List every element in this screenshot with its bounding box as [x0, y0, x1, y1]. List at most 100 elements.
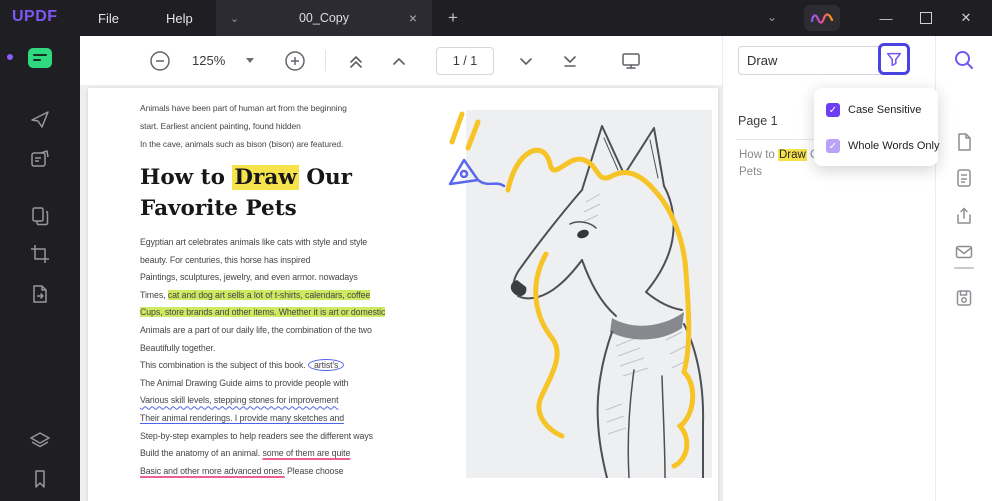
text-line: Build the anatomy of an animal. some of …	[140, 445, 385, 463]
zoom-level-dropdown[interactable]: 125%	[192, 36, 225, 85]
organize-pages-button[interactable]	[27, 203, 53, 229]
active-tool-indicator	[7, 54, 13, 60]
crop-pages-button[interactable]	[27, 241, 53, 267]
window-close-button[interactable]: ✕	[948, 0, 984, 36]
text-line: This combination is the subject of this …	[140, 357, 385, 375]
search-tool-button[interactable]	[944, 48, 984, 72]
save-icon	[954, 288, 974, 308]
paragraph-body: Egyptian art celebrates animals like cat…	[140, 234, 385, 480]
layers-icon	[29, 430, 51, 452]
share-icon	[954, 206, 974, 226]
chevron-down-bar-icon	[560, 51, 580, 71]
option-whole-words-only[interactable]: Whole Words Only	[814, 132, 938, 160]
text-line: Egyptian art celebrates animals like cat…	[140, 234, 385, 252]
ai-assistant-button[interactable]	[804, 5, 840, 31]
result-page-label: Page 1	[738, 114, 778, 128]
checkbox-checked-icon[interactable]	[826, 103, 840, 117]
zoom-in-button[interactable]	[282, 48, 308, 74]
text-line: Paintings, sculptures, jewelry, and even…	[140, 269, 385, 287]
text-line: How to Draw Our	[140, 162, 352, 193]
last-page-button[interactable]	[557, 48, 583, 74]
pages-icon	[29, 205, 51, 227]
updf-logo: UPDF	[12, 8, 58, 26]
text-line: Their animal renderings. I provide many …	[140, 410, 385, 428]
document-heading: How to Draw OurFavorite Pets	[140, 162, 352, 224]
search-icon	[953, 49, 975, 71]
funnel-filter-icon	[885, 50, 903, 68]
zoom-out-button[interactable]	[147, 48, 173, 74]
text-line: The Animal Drawing Guide aims to provide…	[140, 375, 385, 393]
share-button[interactable]	[944, 204, 984, 228]
option-label: Whole Words Only	[848, 140, 940, 152]
first-page-button[interactable]	[343, 48, 369, 74]
triangle-shape-icon	[29, 108, 51, 130]
result-snippet-line2: Pets	[739, 164, 925, 181]
annotate-icon	[27, 45, 53, 71]
text-line: Step-by-step examples to help readers se…	[140, 428, 385, 446]
chevron-up-icon	[389, 51, 409, 71]
crop-icon	[29, 243, 51, 265]
text-line: Basic and other more advanced ones. Plea…	[140, 463, 385, 481]
checkbox-checked-icon[interactable]	[826, 139, 840, 153]
menu-file[interactable]: File	[84, 0, 133, 36]
window-maximize-button[interactable]	[908, 0, 944, 36]
file-tool-button[interactable]	[944, 130, 984, 154]
document-list-icon	[954, 168, 974, 188]
toolbar-divider	[325, 50, 326, 71]
option-label: Case Sensitive	[848, 104, 921, 116]
chevron-down-icon	[516, 51, 536, 71]
titlebar-chevron-down-icon[interactable]: ⌄	[762, 10, 782, 24]
document-viewport[interactable]: Animals have been part of human art from…	[80, 85, 722, 501]
text-line: Favorite Pets	[140, 193, 352, 224]
new-tab-button[interactable]: +	[442, 7, 464, 29]
menu-help[interactable]: Help	[152, 0, 207, 36]
paragraph-intro: Animals have been part of human art from…	[140, 99, 347, 153]
zoom-in-icon	[284, 50, 306, 72]
titlebar: UPDF File Help ⌄ 00_Copy × + ⌄ — ✕	[0, 0, 992, 36]
text-line: Animals have been part of human art from…	[140, 99, 347, 117]
tab-title: 00_Copy	[216, 11, 432, 25]
zoom-caret-icon[interactable]	[246, 58, 254, 63]
search-input[interactable]	[738, 46, 884, 75]
tab-list-chevron-icon[interactable]: ⌄	[230, 12, 239, 25]
text-line: Animals are a part of our daily life, th…	[140, 322, 385, 340]
text-line: start. Earliest ancient painting, found …	[140, 117, 347, 135]
ai-wave-icon	[809, 9, 835, 27]
edit-text-button[interactable]	[27, 146, 53, 172]
shape-tool-button[interactable]	[27, 106, 53, 132]
pdf-page: Animals have been part of human art from…	[88, 88, 718, 501]
zoom-out-icon	[149, 50, 171, 72]
option-case-sensitive[interactable]: Case Sensitive	[814, 96, 938, 124]
monitor-icon	[620, 50, 642, 72]
text-line: Various skill levels, stepping stones fo…	[140, 392, 385, 410]
export-pdf-button[interactable]	[27, 281, 53, 307]
bookmark-icon	[29, 468, 51, 490]
presentation-button[interactable]	[618, 48, 644, 74]
document-tab[interactable]: ⌄ 00_Copy ×	[216, 0, 432, 36]
text-line: Times, cat and dog art sells a lot of t-…	[140, 287, 385, 305]
export-page-icon	[29, 283, 51, 305]
text-line: beauty. For centuries, this horse has in…	[140, 252, 385, 270]
file-icon	[954, 132, 974, 152]
window-minimize-button[interactable]: —	[868, 0, 904, 36]
email-button[interactable]	[944, 240, 984, 264]
right-tool-strip	[935, 36, 992, 501]
annotate-tool-button[interactable]	[27, 45, 53, 71]
previous-page-button[interactable]	[386, 48, 412, 74]
search-filter-button[interactable]	[878, 43, 910, 75]
page-number-input[interactable]: 1 / 1	[436, 47, 494, 75]
dog-sketch-image	[466, 110, 712, 478]
bookmarks-button[interactable]	[27, 466, 53, 492]
email-icon	[954, 242, 974, 262]
layers-button[interactable]	[27, 428, 53, 454]
panel-handle-dash[interactable]	[954, 267, 974, 269]
edit-pencil-icon	[29, 148, 51, 170]
double-chevron-up-icon	[346, 51, 366, 71]
document-list-button[interactable]	[944, 166, 984, 190]
tab-close-icon[interactable]: ×	[404, 10, 422, 26]
text-line: Beautifully together.	[140, 340, 385, 358]
left-toolbar	[0, 36, 80, 501]
text-line: Cups, store brands and other items. Whet…	[140, 304, 385, 322]
next-page-button[interactable]	[513, 48, 539, 74]
save-button[interactable]	[944, 286, 984, 310]
